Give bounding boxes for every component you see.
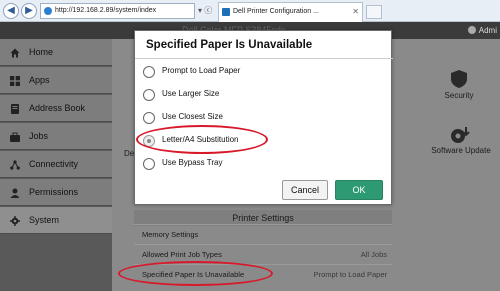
browser-toolbar: ◀ ▶ http://192.168.2.89/system/index ▾ ⓒ… <box>0 0 500 22</box>
radio-button-selected[interactable] <box>143 135 155 147</box>
option-label: Use Bypass Tray <box>162 158 223 167</box>
browser-tab[interactable]: Dell Printer Configuration ... ✕ <box>218 2 363 22</box>
sidebar-item-label: Apps <box>29 75 50 85</box>
user-icon <box>467 26 476 34</box>
sidebar-item-label: System <box>29 215 60 225</box>
tile-security[interactable]: Security <box>430 69 488 100</box>
home-icon <box>10 48 20 58</box>
back-button[interactable]: ◀ <box>3 3 19 19</box>
setting-value: Prompt to Load Paper <box>313 270 387 279</box>
forward-arrow-icon: ▶ <box>25 5 33 16</box>
setting-label: Specified Paper Is Unavailable <box>142 270 245 279</box>
jobs-icon <box>10 132 20 142</box>
option-use-bypass-tray[interactable]: Use Bypass Tray <box>143 154 383 174</box>
sidebar-item-label: Address Book <box>29 103 86 113</box>
tile-label: Software Update <box>431 146 491 155</box>
sidebar-item-label: Connectivity <box>29 159 79 169</box>
sidebar-item-apps[interactable]: Apps <box>0 67 112 94</box>
sidebar-item-label: Home <box>29 47 54 57</box>
permissions-icon <box>10 188 20 198</box>
radio-button[interactable] <box>143 66 155 78</box>
forward-button[interactable]: ▶ <box>21 3 37 19</box>
option-letter-a4-substitution[interactable]: Letter/A4 Substitution <box>143 131 383 151</box>
cancel-button[interactable]: Cancel <box>282 180 328 200</box>
address-book-icon <box>11 104 19 114</box>
paper-unavailable-dialog: Specified Paper Is Unavailable Prompt to… <box>134 30 393 205</box>
software-update-icon <box>451 127 470 143</box>
setting-row-paper-unavailable[interactable]: Specified Paper Is Unavailable Prompt to… <box>134 264 392 284</box>
option-label: Prompt to Load Paper <box>162 66 241 75</box>
dialog-title: Specified Paper Is Unavailable <box>146 39 313 51</box>
tile-label: Security <box>444 91 474 100</box>
screenshot-root: ◀ ▶ http://192.168.2.89/system/index ▾ ⓒ… <box>0 0 500 291</box>
ok-button[interactable]: OK <box>335 180 383 200</box>
shield-icon <box>451 70 467 88</box>
setting-value: All Jobs <box>360 250 387 259</box>
back-arrow-icon: ◀ <box>7 5 15 16</box>
sidebar-item-address-book[interactable]: Address Book <box>0 95 112 122</box>
option-prompt-to-load-paper[interactable]: Prompt to Load Paper <box>143 62 383 82</box>
setting-label: Memory Settings <box>142 230 199 239</box>
sidebar-item-home[interactable]: Home <box>0 39 112 66</box>
sidebar-item-jobs[interactable]: Jobs <box>0 123 112 150</box>
apps-icon <box>10 76 20 86</box>
address-bar[interactable]: http://192.168.2.89/system/index <box>40 3 195 19</box>
dell-favicon-icon <box>222 8 230 16</box>
sidebar-item-system[interactable]: System <box>0 207 112 234</box>
tile-software-update[interactable]: Software Update <box>425 126 497 155</box>
address-text: http://192.168.2.89/system/index <box>55 7 157 14</box>
user-menu[interactable]: Admi <box>467 22 500 39</box>
radio-button[interactable] <box>143 112 155 124</box>
dialog-divider <box>135 58 393 59</box>
setting-label: Allowed Print Job Types <box>142 250 222 259</box>
setting-row-allowed-job-types[interactable]: Allowed Print Job Types All Jobs <box>134 244 392 264</box>
user-label: Admi <box>478 26 497 35</box>
sidebar: Home Apps Address Book Jobs Connectivity… <box>0 39 112 291</box>
browser-icon <box>44 7 52 15</box>
option-label: Use Closest Size <box>162 112 223 121</box>
gear-icon <box>10 216 20 226</box>
sidebar-item-permissions[interactable]: Permissions <box>0 179 112 206</box>
setting-row-memory[interactable]: Memory Settings <box>134 224 392 244</box>
sidebar-item-label: Jobs <box>29 131 49 141</box>
option-use-closest-size[interactable]: Use Closest Size <box>143 108 383 128</box>
connectivity-icon <box>10 160 20 170</box>
obscured-text-fragment: De <box>124 149 135 158</box>
address-controls[interactable]: ▾ ⓒ <box>198 3 212 19</box>
sidebar-item-connectivity[interactable]: Connectivity <box>0 151 112 178</box>
option-label: Letter/A4 Substitution <box>162 135 239 144</box>
radio-button[interactable] <box>143 89 155 101</box>
new-tab-button[interactable] <box>366 5 382 19</box>
tab-close-icon[interactable]: ✕ <box>352 3 359 21</box>
radio-button[interactable] <box>143 158 155 170</box>
option-label: Use Larger Size <box>162 89 220 98</box>
sidebar-item-label: Permissions <box>29 187 79 197</box>
tab-title: Dell Printer Configuration ... <box>233 8 319 15</box>
option-use-larger-size[interactable]: Use Larger Size <box>143 85 383 105</box>
